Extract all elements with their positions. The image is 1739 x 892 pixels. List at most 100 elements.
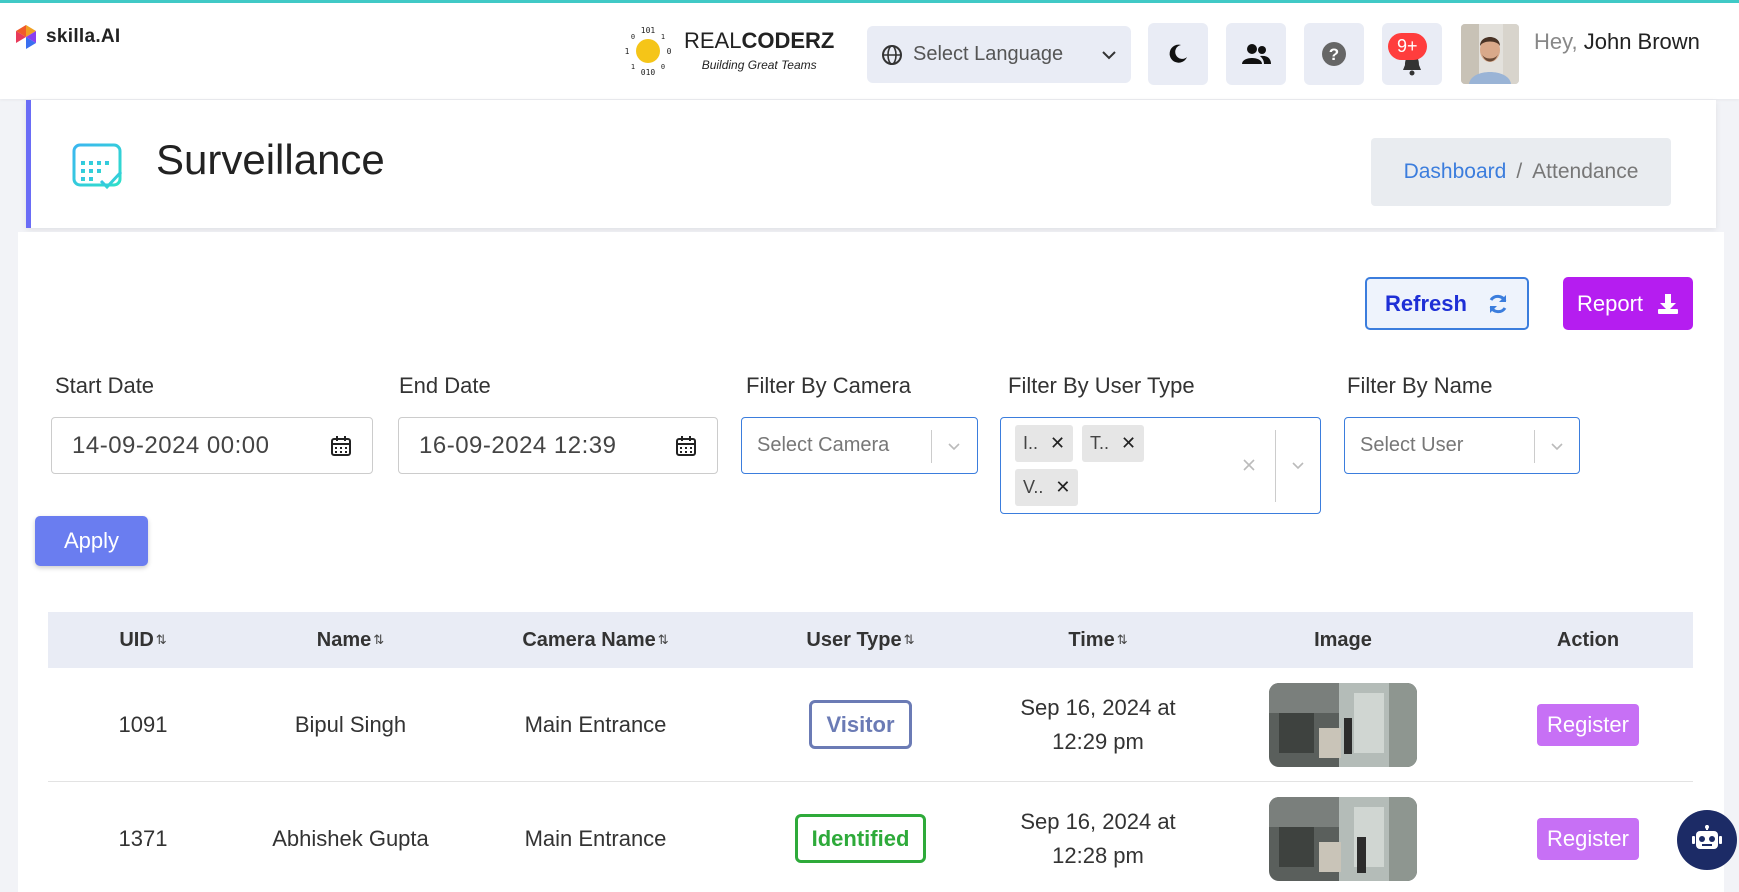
image-cell — [1203, 796, 1483, 881]
camera-cell: Main Entrance — [524, 825, 667, 851]
notifications-button[interactable]: 9+ — [1382, 23, 1442, 85]
select-divider — [931, 430, 932, 463]
user-type-badge: Identified — [794, 814, 927, 863]
column-header-name[interactable]: Name ⇅ — [238, 629, 463, 652]
name-cell: Abhishek Gupta — [272, 825, 429, 851]
refresh-button[interactable]: Refresh — [1365, 277, 1529, 330]
table-row: 1371 Abhishek Gupta Main Entrance Identi… — [48, 782, 1693, 892]
refresh-label: Refresh — [1385, 290, 1467, 316]
svg-text:0: 0 — [661, 63, 665, 71]
logo-text: skilla.AI — [46, 26, 121, 47]
user-type-badge: Visitor — [809, 700, 912, 749]
name-filter-label: Filter By Name — [1347, 373, 1493, 398]
end-date-label: End Date — [399, 373, 491, 398]
camera-snapshot-image — [1269, 796, 1417, 881]
column-header-user-type[interactable]: User Type ⇅ — [728, 629, 993, 652]
brand-name-bold: CODERZ — [741, 28, 835, 53]
chevron-down-icon — [1102, 50, 1116, 59]
breadcrumb: Dashboard / Attendance — [1371, 138, 1671, 206]
chevron-down-icon[interactable] — [1291, 461, 1305, 470]
remove-chip-icon[interactable]: ✕ — [1121, 433, 1144, 454]
user-type-chip: T.. ✕ — [1082, 425, 1145, 462]
language-placeholder: Select Language — [913, 43, 1064, 65]
image-cell — [1203, 682, 1483, 767]
globe-icon — [882, 44, 902, 65]
register-button[interactable]: Register — [1537, 817, 1639, 860]
start-date-input[interactable]: 14-09-2024 00:00 — [51, 417, 373, 474]
refresh-icon — [1489, 294, 1507, 313]
user-type-chip: I.. ✕ — [1015, 425, 1074, 462]
user-greeting[interactable]: Hey, John Brown — [1534, 29, 1700, 55]
attendance-table: UID ⇅ Name ⇅ Camera Name ⇅ User Type ⇅ Time ⇅… — [48, 612, 1693, 892]
svg-text:?: ? — [1329, 45, 1339, 64]
select-divider — [1534, 430, 1535, 463]
end-date-input[interactable]: 16-09-2024 12:39 — [398, 417, 718, 474]
column-header-image: Image — [1203, 629, 1483, 652]
table-row: 1091 Bipul Singh Main Entrance Visitor S… — [48, 668, 1693, 782]
camera-snapshot-image — [1269, 682, 1417, 767]
robot-icon — [1692, 825, 1722, 849]
dark-mode-toggle[interactable] — [1148, 23, 1208, 85]
top-navbar: skilla.AI 101 010 1 0 0 1 1 0 REALCODERZ… — [0, 0, 1739, 99]
name-cell: Bipul Singh — [294, 711, 407, 737]
avatar[interactable] — [1461, 24, 1519, 84]
user-name-placeholder: Select User — [1360, 434, 1464, 456]
user-type-chip: V.. ✕ — [1015, 469, 1079, 506]
select-divider — [1275, 430, 1276, 502]
camera-snapshot[interactable] — [1269, 682, 1417, 767]
user-type-select[interactable]: I.. ✕ T.. ✕ V.. ✕ — [1000, 417, 1321, 514]
svg-text:1: 1 — [661, 33, 665, 41]
user-name-select[interactable]: Select User — [1344, 417, 1580, 474]
column-label: Name — [316, 628, 372, 651]
column-header-action: Action — [1483, 629, 1693, 652]
register-button[interactable]: Register — [1537, 703, 1639, 746]
column-header-camera-name[interactable]: Camera Name ⇅ — [463, 629, 728, 652]
page-title: Surveillance — [156, 136, 385, 183]
sort-icon: ⇅ — [657, 632, 669, 647]
users-button[interactable] — [1226, 23, 1286, 85]
clear-icon[interactable] — [1242, 458, 1256, 472]
camera-snapshot[interactable] — [1269, 796, 1417, 881]
camera-select[interactable]: Select Camera — [741, 417, 978, 474]
sort-icon: ⇅ — [903, 632, 915, 647]
chatbot-button[interactable] — [1677, 810, 1737, 870]
help-button[interactable]: ? — [1304, 23, 1364, 85]
column-header-uid[interactable]: UID ⇅ — [48, 629, 238, 652]
sort-icon: ⇅ — [1116, 632, 1128, 647]
chevron-down-icon — [948, 443, 960, 451]
column-label: Camera Name — [522, 628, 656, 651]
svg-text:1: 1 — [631, 63, 635, 71]
apply-button[interactable]: Apply — [35, 516, 148, 566]
language-select[interactable]: Select Language — [867, 26, 1131, 83]
sun-logo-icon: 101 010 1 0 0 1 1 0 — [625, 26, 672, 77]
camera-filter-label: Filter By Camera — [746, 373, 912, 398]
remove-chip-icon[interactable]: ✕ — [1055, 477, 1078, 498]
time-line: Sep 16, 2024 at — [1020, 808, 1176, 834]
action-cell: Register — [1483, 817, 1693, 860]
calendar-icon — [676, 435, 696, 456]
report-button[interactable]: Report — [1563, 277, 1693, 330]
question-icon: ? — [1322, 42, 1346, 66]
user-type-filter-label: Filter By User Type — [1008, 373, 1195, 398]
report-label: Report — [1576, 290, 1644, 316]
app-logo[interactable]: skilla.AI — [12, 23, 121, 51]
chip-label: I.. — [1023, 433, 1039, 453]
breadcrumb-separator: / — [1516, 160, 1523, 183]
column-label: User Type — [806, 628, 902, 651]
time-line: Sep 16, 2024 at — [1020, 694, 1176, 720]
remove-chip-icon[interactable]: ✕ — [1050, 433, 1073, 454]
time-line: 12:29 pm — [1052, 728, 1144, 754]
notification-badge: 9+ — [1388, 33, 1427, 60]
svg-text:0: 0 — [667, 47, 672, 56]
users-icon — [1242, 44, 1271, 64]
greeting-prefix: Hey, — [1534, 29, 1578, 54]
camera-cell: Main Entrance — [524, 711, 667, 737]
breadcrumb-current: Attendance — [1532, 160, 1639, 183]
svg-text:0: 0 — [631, 33, 635, 41]
svg-text:101: 101 — [641, 26, 656, 35]
action-cell: Register — [1483, 703, 1693, 746]
breadcrumb-dashboard-link[interactable]: Dashboard — [1404, 160, 1507, 184]
user-name: John Brown — [1583, 29, 1700, 54]
main-content: Refresh Report Start Date End Date Filte… — [18, 232, 1724, 892]
column-header-time[interactable]: Time ⇅ — [993, 629, 1203, 652]
